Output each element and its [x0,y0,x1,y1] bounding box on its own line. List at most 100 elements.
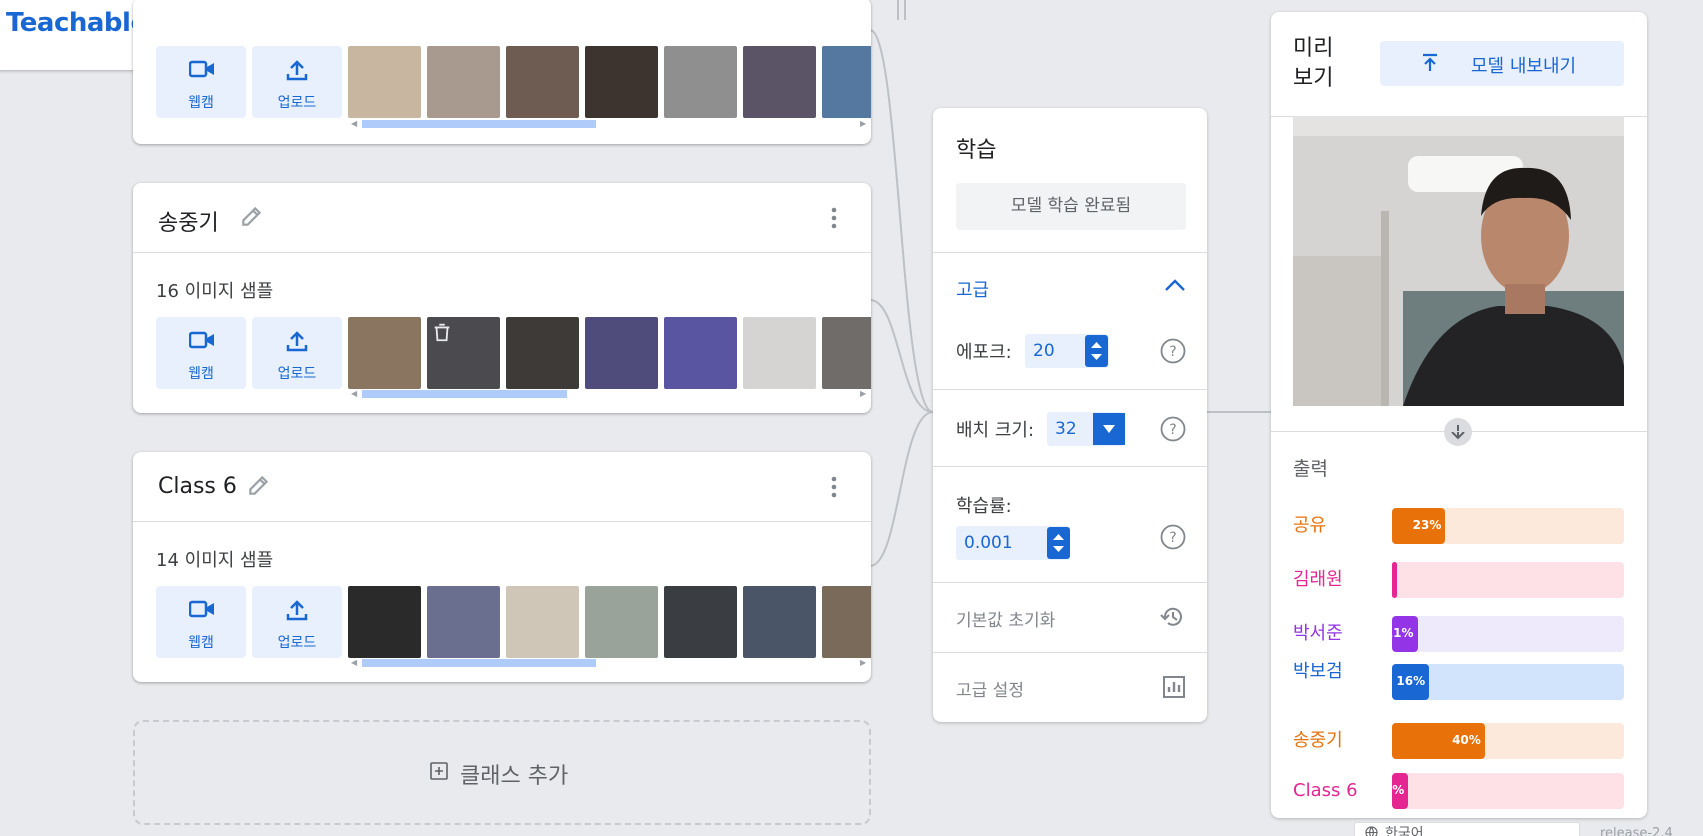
divider [1271,431,1647,432]
webcam-preview [1293,116,1624,406]
sample-thumbnail[interactable] [585,317,658,389]
advanced-settings-label[interactable]: 고급 설정 [956,676,1024,701]
confidence-bar: 16% [1392,664,1624,700]
horizontal-scrollbar[interactable] [362,390,567,398]
sample-thumbnail[interactable] [822,46,871,118]
preview-panel: 미리 보기 모델 내보내기 출력 공유 23% 김래원 박서준 11% 박보검 [1271,12,1647,818]
upload-icon [286,600,308,621]
confidence-bar: 40% [1392,723,1624,759]
sample-thumbnail[interactable] [585,46,658,118]
webcam-button[interactable]: 웹캠 [156,46,246,118]
sample-count-number: 16 [156,281,179,302]
delete-icon[interactable] [431,321,453,343]
confidence-fill: 40% [1392,723,1485,759]
confidence-bar: 11% [1385,616,1624,652]
history-icon[interactable] [1160,604,1186,630]
videocam-icon [189,600,214,618]
edit-pencil-icon[interactable] [239,203,265,229]
horizontal-scrollbar[interactable] [362,120,596,128]
scroll-left-arrow[interactable]: ◀ [351,658,357,667]
scroll-left-arrow[interactable]: ◀ [351,119,357,128]
svg-text:?: ? [1169,344,1176,360]
sample-thumbnail[interactable] [427,46,500,118]
learning-rate-stepper[interactable] [1047,527,1070,559]
confidence-fill [1392,562,1397,598]
sample-thumbnail[interactable] [822,317,871,389]
scroll-right-arrow[interactable]: ▶ [860,119,866,128]
class-name[interactable]: 송중기 [158,205,219,237]
divider [933,466,1207,467]
sample-thumbnail[interactable] [427,586,500,658]
export-model-button[interactable]: 모델 내보내기 [1380,41,1624,86]
scroll-left-arrow[interactable]: ◀ [351,389,357,398]
confidence-percent: % [1392,783,1405,797]
preview-title: 미리 보기 [1293,36,1334,91]
add-box-icon [430,762,448,780]
help-icon[interactable]: ? [1160,338,1186,364]
scroll-right-arrow[interactable]: ▶ [860,658,866,667]
sample-thumbnail[interactable] [506,317,579,389]
upload-button[interactable]: 업로드 [252,46,342,118]
training-title: 학습 [956,138,997,163]
train-model-button[interactable]: 모델 학습 완료됨 [956,183,1186,230]
webcam-label: 웹캠 [188,366,214,382]
confidence-percent: 40% [1452,733,1481,747]
upload-button[interactable]: 업로드 [252,586,342,658]
class-card-header: 송중기 [133,183,871,253]
upload-label: 업로드 [277,635,317,651]
sample-thumbnail[interactable] [664,46,737,118]
sample-thumbnail[interactable] [664,317,737,389]
bar-chart-icon[interactable] [1162,675,1186,699]
language-select[interactable]: 한국어 [1354,822,1580,836]
class-card: Class 6 14 이미지 샘플 웹캠 업로드 ◀ ▶ [133,452,871,682]
edit-pencil-icon[interactable] [246,472,272,498]
confidence-fill: 23% [1392,508,1446,544]
sample-thumbnail[interactable] [506,46,579,118]
sample-thumbnail[interactable] [585,586,658,658]
upload-label: 업로드 [277,366,317,382]
sample-thumbnail[interactable] [743,317,816,389]
reset-defaults-label[interactable]: 기본값 초기화 [956,606,1055,631]
upload-label: 업로드 [277,95,317,111]
horizontal-scrollbar[interactable] [362,659,596,667]
confidence-percent: 11% [1384,626,1414,640]
add-class-button[interactable]: 클래스 추가 [133,720,871,825]
help-icon[interactable]: ? [1160,524,1186,550]
upload-button[interactable]: 업로드 [252,317,342,389]
sample-thumbnail[interactable] [506,586,579,658]
confidence-fill: % [1392,773,1409,809]
class-name[interactable]: Class 6 [158,474,237,499]
sample-thumbnails [348,46,871,118]
sample-thumbnail[interactable] [348,317,421,389]
videocam-icon [189,331,214,349]
confidence-bar [1392,562,1624,598]
stepper-arrows-icon [1053,534,1064,552]
epochs-stepper[interactable] [1085,335,1108,367]
expand-down-button[interactable] [1444,418,1472,446]
advanced-toggle-label[interactable]: 고급 [956,276,989,302]
chevron-up-icon[interactable] [1164,278,1186,292]
sample-thumbnail[interactable] [348,586,421,658]
webcam-button[interactable]: 웹캠 [156,586,246,658]
more-vert-icon[interactable] [831,207,837,229]
sample-thumbnail[interactable] [743,586,816,658]
confidence-fill: 11% [1385,616,1418,652]
output-class-label: 김래원 [1293,569,1343,590]
sample-count-number: 14 [156,550,179,571]
sample-thumbnails [348,317,871,389]
sample-thumbnail[interactable] [743,46,816,118]
export-model-label: 모델 내보내기 [1471,56,1577,77]
batch-size-dropdown[interactable] [1093,413,1125,445]
webcam-label: 웹캠 [188,635,214,651]
output-class-label: 송중기 [1293,730,1343,751]
sample-thumbnail[interactable] [348,46,421,118]
sample-thumbnail[interactable] [664,586,737,658]
scroll-right-arrow[interactable]: ▶ [860,389,866,398]
learning-rate-label: 학습률: [956,496,1012,517]
upload-icon [286,60,308,81]
sample-thumbnail[interactable] [822,586,871,658]
more-vert-icon[interactable] [831,476,837,498]
svg-text:?: ? [1169,530,1176,546]
webcam-button[interactable]: 웹캠 [156,317,246,389]
help-icon[interactable]: ? [1160,416,1186,442]
